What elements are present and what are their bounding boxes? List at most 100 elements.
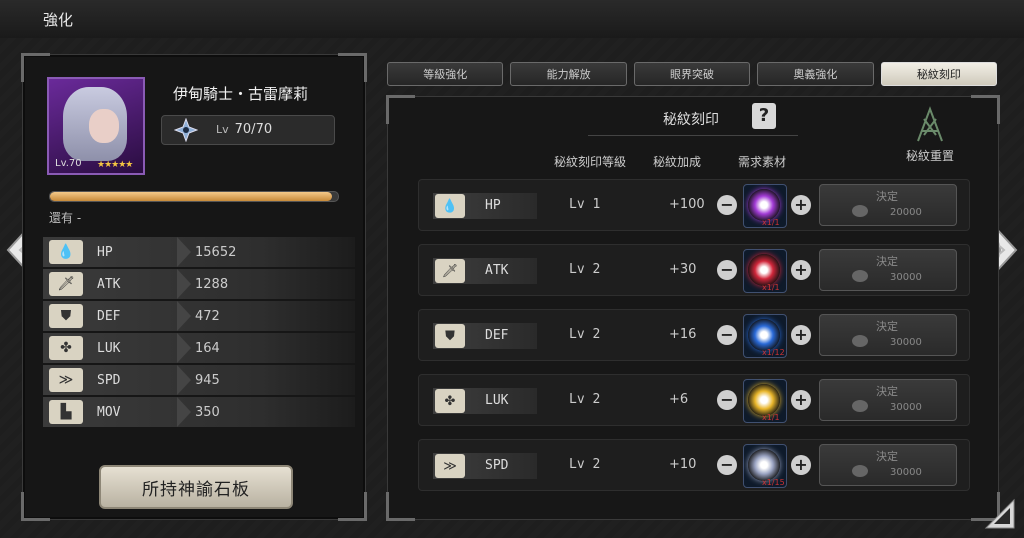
material-orb-icon [748, 384, 780, 416]
material-slot[interactable]: x1/1 [743, 249, 787, 293]
increase-button[interactable]: + [791, 390, 811, 410]
rune-level: Lv 2 [569, 327, 601, 342]
col-header-level: 秘紋刻印等級 [554, 155, 627, 169]
oracle-board-button[interactable]: 所持神諭石板 [99, 465, 293, 509]
rune-stat-tag: ✤ LUK [433, 388, 537, 414]
stat-label: MOV [97, 397, 191, 427]
confirm-label: 決定 [876, 190, 898, 203]
rune-stat-label: HP [485, 198, 501, 213]
rarity-stars: ★★★★★ [97, 160, 133, 170]
gold-coin-icon [852, 335, 868, 347]
confirm-label: 決定 [876, 385, 898, 398]
decrease-button[interactable]: − [717, 455, 737, 475]
rune-bonus: +30 [669, 262, 697, 277]
material-orb-icon [748, 449, 780, 481]
rune-stat-tag: ≫ SPD [433, 453, 537, 479]
stat-value: 945 [195, 373, 220, 388]
col-header-material: 需求素材 [738, 155, 787, 169]
tab-2[interactable]: 能力解放 [510, 62, 627, 86]
rune-row-luk: ✤ LUK Lv 2 +6 − x1/1 + 決定 30000 [418, 374, 970, 426]
rune-stat-tag: ⛊ DEF [433, 323, 537, 349]
frame-corner [21, 53, 50, 82]
material-count: x1/1 [762, 218, 780, 227]
rune-row-def: ⛊ DEF Lv 2 +16 − x1/12 + 決定 30000 [418, 309, 970, 361]
rune-level: Lv 2 [569, 392, 601, 407]
increase-button[interactable]: + [791, 455, 811, 475]
confirm-button[interactable]: 決定 30000 [819, 249, 957, 291]
confirm-cost: 30000 [890, 272, 922, 283]
frame-corner [971, 95, 1000, 124]
portrait-level: Lv.70 [55, 158, 82, 169]
xp-bar-fill [50, 192, 333, 201]
rune-stat-label: LUK [485, 393, 509, 408]
rune-panel-title: 秘紋刻印 [663, 112, 719, 128]
stat-row-luk: ✤ LUK 164 [43, 333, 355, 363]
stat-label: DEF [97, 301, 191, 331]
character-name: 伊甸騎士・古雷摩莉 [173, 85, 309, 103]
confirm-cost: 30000 [890, 337, 922, 348]
atk-sword-icon: 🗡 [435, 259, 465, 283]
tab-1[interactable]: 等級強化 [387, 62, 504, 86]
frame-corner [386, 492, 415, 521]
stat-value: 1288 [195, 277, 229, 292]
stat-row-def: ⛊ DEF 472 [43, 301, 355, 331]
frame-corner [21, 492, 50, 521]
level-value: 70/70 [234, 122, 273, 137]
decrease-button[interactable]: − [717, 260, 737, 280]
material-slot[interactable]: x1/1 [743, 184, 787, 228]
rune-reset-label[interactable]: 秘紋重置 [906, 147, 954, 164]
rune-reset-icon[interactable] [910, 105, 950, 145]
increase-button[interactable]: + [791, 260, 811, 280]
gold-coin-icon [852, 270, 868, 282]
tab-5[interactable]: 秘紋刻印 [880, 62, 998, 86]
gold-coin-icon [852, 400, 868, 412]
luk-clover-icon: ✤ [435, 389, 465, 413]
decrease-button[interactable]: − [717, 195, 737, 215]
rune-level: Lv 1 [569, 197, 601, 212]
increase-button[interactable]: + [791, 325, 811, 345]
xp-bar [49, 191, 339, 202]
xp-remaining: 還有 - [49, 211, 82, 225]
gold-coin-icon [852, 205, 868, 217]
tab-3[interactable]: 眼界突破 [633, 62, 751, 86]
level-readout: Lv 70/70 [216, 122, 272, 137]
frame-corner [386, 95, 415, 124]
material-orb-icon [748, 254, 780, 286]
rune-bonus: +10 [669, 457, 697, 472]
help-button[interactable]: ? [752, 103, 776, 129]
decrease-button[interactable]: − [717, 325, 737, 345]
material-slot[interactable]: x1/1 [743, 379, 787, 423]
stat-label: SPD [97, 365, 191, 395]
rune-bonus: +16 [669, 327, 697, 342]
confirm-button[interactable]: 決定 30000 [819, 379, 957, 421]
confirm-button[interactable]: 決定 20000 [819, 184, 957, 226]
rune-level: Lv 2 [569, 262, 601, 277]
character-portrait[interactable]: Lv.70 ★★★★★ [47, 77, 145, 175]
confirm-button[interactable]: 決定 30000 [819, 444, 957, 486]
back-corner-icon[interactable] [984, 498, 1016, 530]
rune-stat-label: DEF [485, 328, 509, 343]
material-slot[interactable]: x1/15 [743, 444, 787, 488]
tab-4[interactable]: 奧義強化 [757, 62, 874, 86]
increase-button[interactable]: + [791, 195, 811, 215]
material-slot[interactable]: x1/12 [743, 314, 787, 358]
portrait-face [89, 109, 119, 143]
confirm-cost: 30000 [890, 402, 922, 413]
character-panel: Lv.70 ★★★★★ 伊甸騎士・古雷摩莉 Lv 70/70 還有 - 💧 HP 15… [21, 53, 367, 521]
confirm-button[interactable]: 決定 30000 [819, 314, 957, 356]
gold-coin-icon [852, 465, 868, 477]
stat-value: 15652 [195, 245, 237, 260]
material-count: x1/15 [762, 478, 785, 487]
rune-stat-label: ATK [485, 263, 509, 278]
enhance-tabs: 等級強化 能力解放 眼界突破 奧義強化 秘紋刻印 [387, 62, 998, 86]
rune-row-atk: 🗡 ATK Lv 2 +30 − x1/1 + 決定 30000 [418, 244, 970, 296]
def-shield-icon: ⛊ [49, 304, 83, 328]
atk-sword-icon: 🗡 [49, 272, 83, 296]
stat-list: 💧 HP 15652 🗡 ATK 1288 ⛊ DEF 472 ✤ LUK 164 ≫ SPD 945 ▙ MO… [43, 237, 355, 429]
decrease-button[interactable]: − [717, 390, 737, 410]
rune-stat-label: SPD [485, 458, 509, 473]
def-shield-icon: ⛊ [435, 324, 465, 348]
stat-row-spd: ≫ SPD 945 [43, 365, 355, 395]
material-orb-icon [748, 319, 780, 351]
class-emblem-icon [174, 118, 198, 142]
